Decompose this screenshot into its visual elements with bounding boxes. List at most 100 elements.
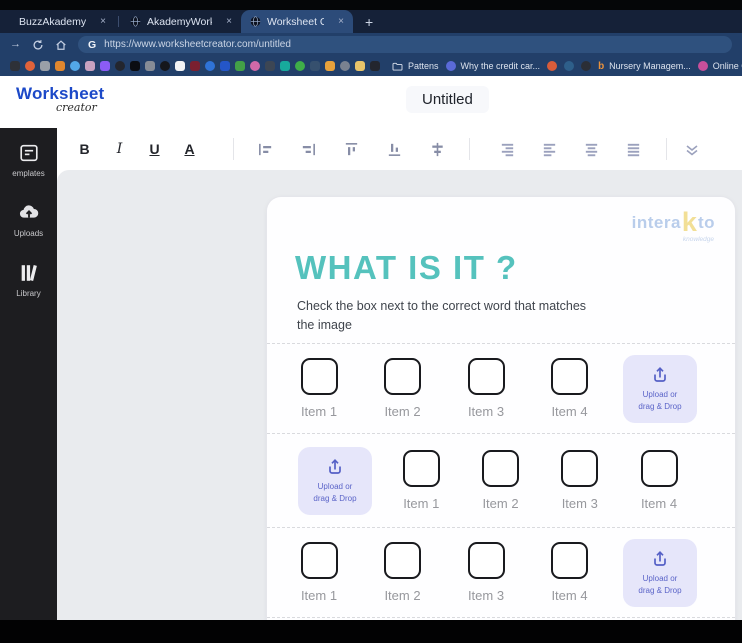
bookmark-item[interactable] [547, 61, 558, 71]
text-align-left-icon [543, 143, 555, 156]
bookmark-favicon[interactable] [325, 61, 335, 71]
bookmark-favicon[interactable] [130, 61, 140, 71]
tab-close-icon[interactable]: × [338, 16, 344, 27]
checkbox[interactable] [561, 450, 599, 487]
item-label: Item 4 [551, 404, 588, 419]
text-align-center-button[interactable] [570, 136, 612, 162]
checkbox[interactable] [467, 542, 505, 579]
bookmark-favicon[interactable] [355, 61, 365, 71]
forward-icon[interactable]: → [10, 39, 21, 50]
checkbox[interactable] [300, 542, 338, 579]
checkbox[interactable] [300, 358, 338, 395]
bookmark-favicon[interactable] [265, 61, 275, 71]
tab-worksheet-creator[interactable]: Worksheet Creator × [241, 10, 353, 33]
bookmark-item[interactable] [564, 61, 575, 71]
toolbar-divider [666, 138, 667, 160]
worksheet-instructions[interactable]: Check the box next to the correct word t… [297, 297, 586, 335]
align-object-bottom-button[interactable] [373, 136, 416, 162]
bookmark-favicon[interactable] [25, 61, 35, 71]
templates-icon [19, 144, 38, 162]
checkbox[interactable] [482, 450, 519, 487]
tab-close-icon[interactable]: × [100, 16, 106, 27]
bookmark-item[interactable]: Why the credit car... [445, 61, 540, 71]
bookmark-favicon[interactable] [280, 61, 290, 71]
item-label: Item 3 [467, 588, 505, 603]
bookmark-item[interactable]: Pattens [392, 61, 439, 71]
bookmark-favicon[interactable] [70, 61, 80, 71]
more-tools-icon[interactable] [683, 140, 701, 158]
align-object-top-button[interactable] [330, 136, 373, 162]
worksheet-rows: Item 1 Item 2 Item 3 Item 4 Upload or dra… [267, 343, 735, 618]
sidebar-item-uploads[interactable]: Uploads [0, 202, 57, 238]
item-label: Item 2 [384, 588, 421, 603]
url-field[interactable]: G https://www.worksheetcreator.com/untit… [78, 36, 732, 53]
text-align-justify-icon [627, 143, 639, 156]
upload-dropzone[interactable]: Upload or drag & Drop [623, 354, 697, 423]
upload-dropzone[interactable]: Upload or drag & Drop [298, 446, 372, 515]
sidebar-item-label: Uploads [13, 229, 44, 238]
bookmark-favicon[interactable] [250, 61, 260, 71]
text-align-right-button[interactable] [486, 136, 528, 162]
reload-icon[interactable] [32, 39, 44, 51]
brand-tagline: knowledge [682, 236, 714, 243]
bookmark-favicon[interactable] [205, 61, 215, 71]
bookmark-favicon[interactable] [190, 61, 200, 71]
bookmark-item[interactable]: b Nursery Managem... [598, 61, 691, 72]
worksheet-title[interactable]: WHAT IS IT ? [295, 249, 518, 287]
bookmark-favicon[interactable] [340, 61, 350, 71]
checkbox[interactable] [640, 450, 678, 487]
item-option: Item 3 [456, 542, 516, 603]
brand-text: to [697, 213, 715, 232]
align-object-right-button[interactable] [287, 136, 330, 162]
bookmark-favicon[interactable] [40, 61, 50, 71]
bookmark-favicon[interactable] [115, 61, 125, 71]
bookmark-favicons [10, 61, 380, 71]
bookmark-favicon[interactable] [10, 61, 20, 71]
underline-button[interactable]: U [137, 136, 172, 162]
tab-close-icon[interactable]: × [226, 16, 232, 27]
uploads-icon [19, 205, 38, 218]
font-color-button[interactable]: A [172, 136, 207, 162]
align-object-left-button[interactable] [244, 136, 287, 162]
checkbox[interactable] [551, 542, 588, 579]
bookmark-favicon[interactable] [160, 61, 170, 71]
instructions-line1: Check the box next to the correct word t… [297, 299, 587, 313]
bookmark-favicon[interactable] [55, 61, 65, 71]
library-icon [21, 265, 37, 281]
italic-button[interactable]: I [102, 136, 137, 162]
item-option: Item 3 [456, 358, 516, 419]
align-object-center-button[interactable] [416, 136, 459, 162]
sidebar-item-library[interactable]: Library [0, 262, 57, 298]
checkbox[interactable] [551, 358, 588, 395]
bookmark-favicon[interactable] [220, 61, 230, 71]
bold-button[interactable]: B [67, 136, 102, 162]
bookmark-label: Pattens [408, 61, 439, 71]
checkbox[interactable] [402, 450, 440, 487]
tab-akademyworksheers[interactable]: AkademyWorksheers × [121, 10, 241, 33]
bookmark-favicon[interactable] [100, 61, 110, 71]
text-align-left-button[interactable] [528, 136, 570, 162]
bookmark-favicon[interactable] [370, 61, 380, 71]
upload-dropzone[interactable]: Upload or drag & Drop [623, 538, 697, 607]
bookmark-favicon[interactable] [145, 61, 155, 71]
item-label: Item 3 [561, 496, 598, 511]
bookmark-item[interactable] [581, 61, 592, 71]
document-title-field[interactable]: Untitled [406, 86, 489, 113]
item-label: Item 3 [467, 404, 505, 419]
bookmark-item[interactable]: Online Converter -... [697, 61, 742, 71]
tab-buzzakademy[interactable]: BuzzAkademy × [10, 10, 116, 33]
bookmark-favicon[interactable] [310, 61, 320, 71]
bookmark-favicon[interactable] [295, 61, 305, 71]
new-tab-button[interactable]: + [353, 10, 385, 33]
text-align-justify-button[interactable] [612, 136, 654, 162]
checkbox[interactable] [384, 542, 421, 579]
checkbox[interactable] [384, 358, 421, 395]
bookmarks-bar: Pattens Why the credit car... b Nursery Man… [0, 56, 742, 76]
bookmark-favicon[interactable] [235, 61, 245, 71]
bookmark-favicon[interactable] [85, 61, 95, 71]
align-left-icon [259, 143, 272, 155]
sidebar-item-templates[interactable]: emplates [0, 142, 57, 178]
home-icon[interactable] [55, 39, 67, 51]
checkbox[interactable] [467, 358, 505, 395]
bookmark-favicon[interactable] [175, 61, 185, 71]
